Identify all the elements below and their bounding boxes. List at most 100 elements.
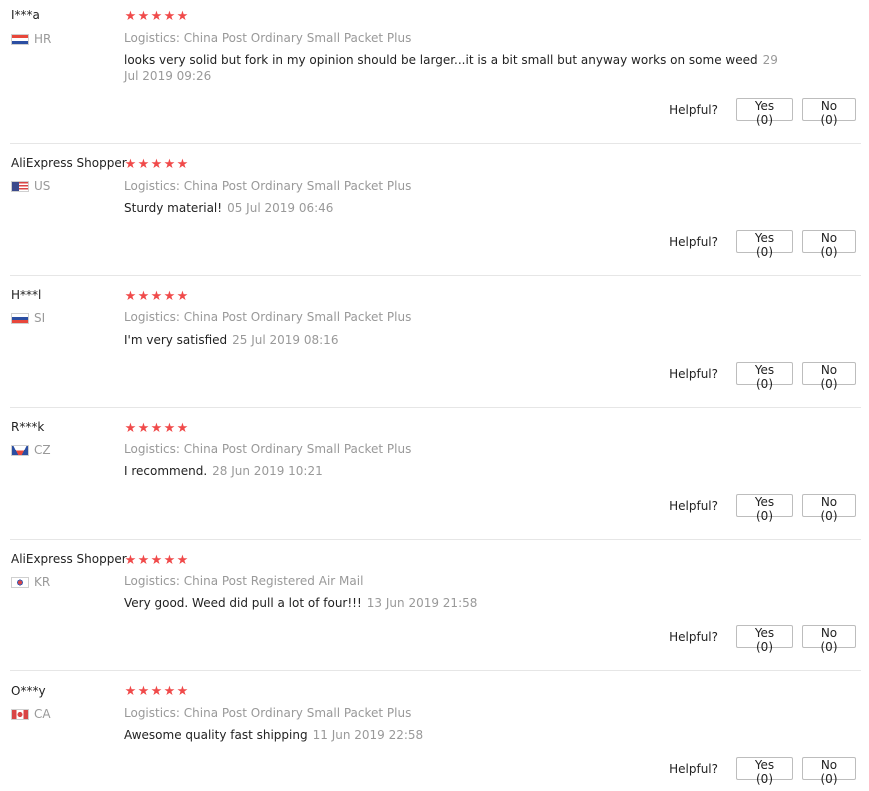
logistics-info: Logistics: China Post Registered Air Mai… xyxy=(124,574,364,588)
star-icon: ★ xyxy=(176,553,189,568)
reviewer-name: H***l xyxy=(11,288,42,302)
reviewer-country: HR xyxy=(11,32,51,46)
helpful-no-button[interactable]: No (0) xyxy=(802,494,856,523)
star-rating: ★ ★ ★ ★ ★ xyxy=(124,554,189,567)
review-item: I***a HR ★ ★ ★ ★ ★ Logistics: China Post… xyxy=(0,0,862,143)
reviewer-name: I***a xyxy=(11,8,40,22)
reviewer-country: CZ xyxy=(11,443,51,457)
logistics-info: Logistics: China Post Ordinary Small Pac… xyxy=(124,442,412,456)
helpful-yes-button[interactable]: Yes (0) xyxy=(736,625,793,654)
feedback-text: Awesome quality fast shipping xyxy=(124,728,308,742)
star-icon: ★ xyxy=(150,553,163,568)
star-icon: ★ xyxy=(163,157,176,172)
review-item: R***k CZ ★ ★ ★ ★ ★ Logistics: China Post… xyxy=(0,408,862,539)
review-date: 05 Jul 2019 06:46 xyxy=(227,201,334,215)
helpful-label: Helpful? xyxy=(669,366,718,381)
reviewer-name: O***y xyxy=(11,684,46,698)
review-feedback: I recommend. 28 Jun 2019 10:21 xyxy=(124,463,784,479)
feedback-text: I recommend. xyxy=(124,464,208,478)
review-date: 25 Jul 2019 08:16 xyxy=(232,333,339,347)
star-icon: ★ xyxy=(176,289,189,304)
flag-hr-icon xyxy=(11,33,29,45)
helpful-label: Helpful? xyxy=(669,234,718,249)
helpful-label: Helpful? xyxy=(669,102,718,117)
star-icon: ★ xyxy=(150,9,163,24)
helpful-yes-button[interactable]: Yes (0) xyxy=(736,757,793,786)
country-code: CA xyxy=(34,707,51,721)
star-icon: ★ xyxy=(163,553,176,568)
reviewer-name: AliExpress Shopper xyxy=(11,552,127,566)
helpful-no-button[interactable]: No (0) xyxy=(802,362,856,391)
star-icon: ★ xyxy=(124,421,137,436)
helpful-no-button[interactable]: No (0) xyxy=(802,757,856,786)
review-item: O***y CA ★ ★ ★ ★ ★ Logistics: China Post… xyxy=(0,671,862,791)
review-date: 28 Jun 2019 10:21 xyxy=(212,464,323,478)
star-icon: ★ xyxy=(137,9,150,24)
country-code: CZ xyxy=(34,443,51,457)
review-feedback: I'm very satisfied 25 Jul 2019 08:16 xyxy=(124,332,784,348)
star-icon: ★ xyxy=(124,9,137,24)
helpful-yes-button[interactable]: Yes (0) xyxy=(736,362,793,391)
star-icon: ★ xyxy=(176,157,189,172)
star-icon: ★ xyxy=(137,157,150,172)
review-feedback: Sturdy material! 05 Jul 2019 06:46 xyxy=(124,200,784,216)
star-icon: ★ xyxy=(150,421,163,436)
star-icon: ★ xyxy=(124,684,137,699)
review-date: 11 Jun 2019 22:58 xyxy=(312,728,424,742)
star-icon: ★ xyxy=(150,157,163,172)
helpful-no-button[interactable]: No (0) xyxy=(802,98,856,127)
helpful-yes-button[interactable]: Yes (0) xyxy=(736,230,793,259)
helpful-yes-button[interactable]: Yes (0) xyxy=(736,98,793,127)
review-feedback: looks very solid but fork in my opinion … xyxy=(124,52,784,84)
star-icon: ★ xyxy=(137,289,150,304)
country-code: SI xyxy=(34,311,46,325)
feedback-text: Very good. Weed did pull a lot of four!!… xyxy=(124,596,362,610)
flag-cz-icon xyxy=(11,444,29,456)
star-icon: ★ xyxy=(137,553,150,568)
helpful-no-button[interactable]: No (0) xyxy=(802,230,856,259)
helpful-label: Helpful? xyxy=(669,761,718,776)
helpful-vote-group: Helpful? Yes (0) No (0) xyxy=(669,757,856,786)
helpful-vote-group: Helpful? Yes (0) No (0) xyxy=(669,98,856,127)
country-code: HR xyxy=(34,32,52,46)
star-rating: ★ ★ ★ ★ ★ xyxy=(124,158,189,171)
star-rating: ★ ★ ★ ★ ★ xyxy=(124,10,189,23)
helpful-vote-group: Helpful? Yes (0) No (0) xyxy=(669,362,856,391)
feedback-text: Sturdy material! xyxy=(124,201,223,215)
star-icon: ★ xyxy=(176,421,189,436)
review-item: AliExpress Shopper KR ★ ★ ★ ★ ★ Logistic… xyxy=(0,540,862,670)
helpful-no-button[interactable]: No (0) xyxy=(802,625,856,654)
helpful-yes-button[interactable]: Yes (0) xyxy=(736,494,793,523)
star-icon: ★ xyxy=(124,553,137,568)
flag-ca-icon xyxy=(11,708,29,720)
logistics-info: Logistics: China Post Ordinary Small Pac… xyxy=(124,706,412,720)
star-icon: ★ xyxy=(176,684,189,699)
flag-si-icon xyxy=(11,312,29,324)
reviewer-country: KR xyxy=(11,575,50,589)
review-item: AliExpress Shopper US ★ ★ ★ ★ ★ Logistic… xyxy=(0,144,862,275)
helpful-vote-group: Helpful? Yes (0) No (0) xyxy=(669,494,856,523)
reviewer-country: US xyxy=(11,179,50,193)
star-icon: ★ xyxy=(163,289,176,304)
star-icon: ★ xyxy=(163,421,176,436)
feedback-text: I'm very satisfied xyxy=(124,333,228,347)
logistics-info: Logistics: China Post Ordinary Small Pac… xyxy=(124,179,412,193)
helpful-label: Helpful? xyxy=(669,629,718,644)
star-icon: ★ xyxy=(163,9,176,24)
star-icon: ★ xyxy=(124,289,137,304)
review-item: H***l SI ★ ★ ★ ★ ★ Logistics: China Post… xyxy=(0,276,862,407)
star-icon: ★ xyxy=(137,684,150,699)
flag-kr-icon xyxy=(11,576,29,588)
review-date: 13 Jun 2019 21:58 xyxy=(366,596,478,610)
star-rating: ★ ★ ★ ★ ★ xyxy=(124,290,189,303)
feedback-text: looks very solid but fork in my opinion … xyxy=(124,53,758,67)
star-icon: ★ xyxy=(124,157,137,172)
reviewer-country: CA xyxy=(11,707,51,721)
helpful-label: Helpful? xyxy=(669,498,718,513)
logistics-info: Logistics: China Post Ordinary Small Pac… xyxy=(124,310,412,324)
helpful-vote-group: Helpful? Yes (0) No (0) xyxy=(669,230,856,259)
star-icon: ★ xyxy=(150,684,163,699)
review-feedback: Awesome quality fast shipping 11 Jun 2019… xyxy=(124,727,784,743)
star-icon: ★ xyxy=(150,289,163,304)
reviewer-country: SI xyxy=(11,311,45,325)
